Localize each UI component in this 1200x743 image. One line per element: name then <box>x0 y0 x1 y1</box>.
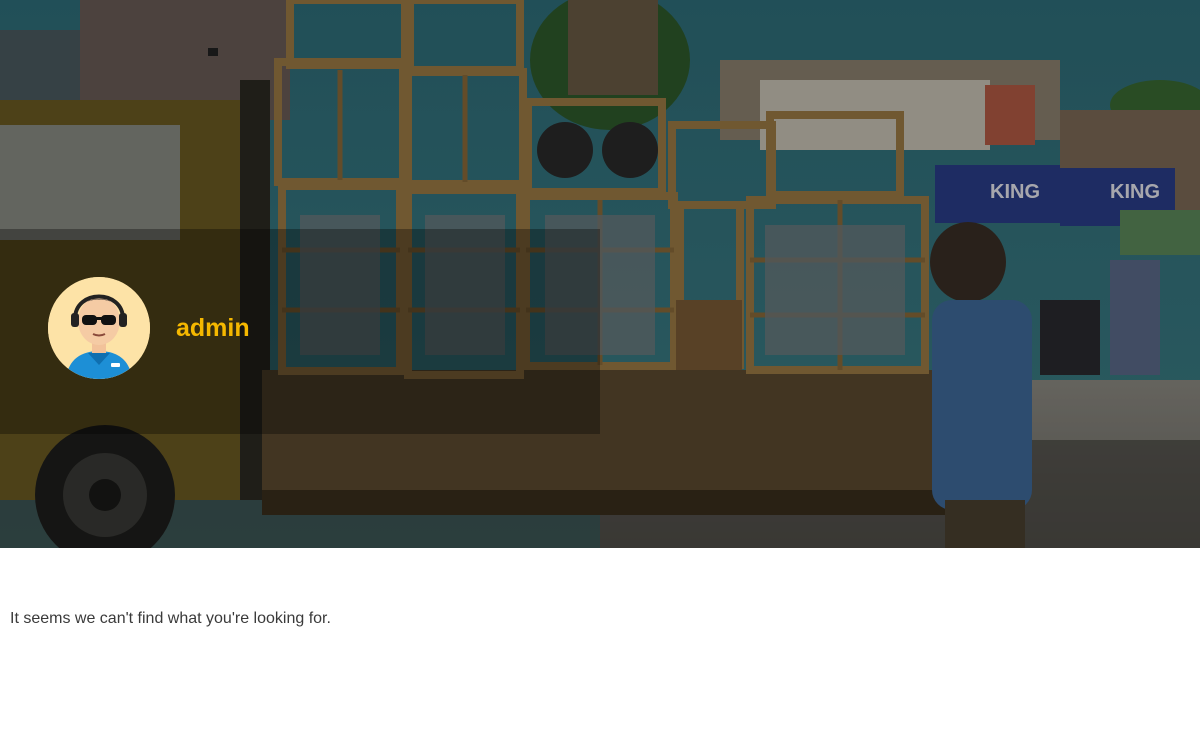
not-found-message: It seems we can't find what you're looki… <box>10 610 331 627</box>
hero-banner: KING KING admin <box>0 0 1200 548</box>
avatar-icon <box>48 277 150 379</box>
author-name-link[interactable]: admin <box>176 311 250 345</box>
avatar[interactable] <box>48 277 150 379</box>
main-content: It seems we can't find what you're looki… <box>0 548 1200 743</box>
